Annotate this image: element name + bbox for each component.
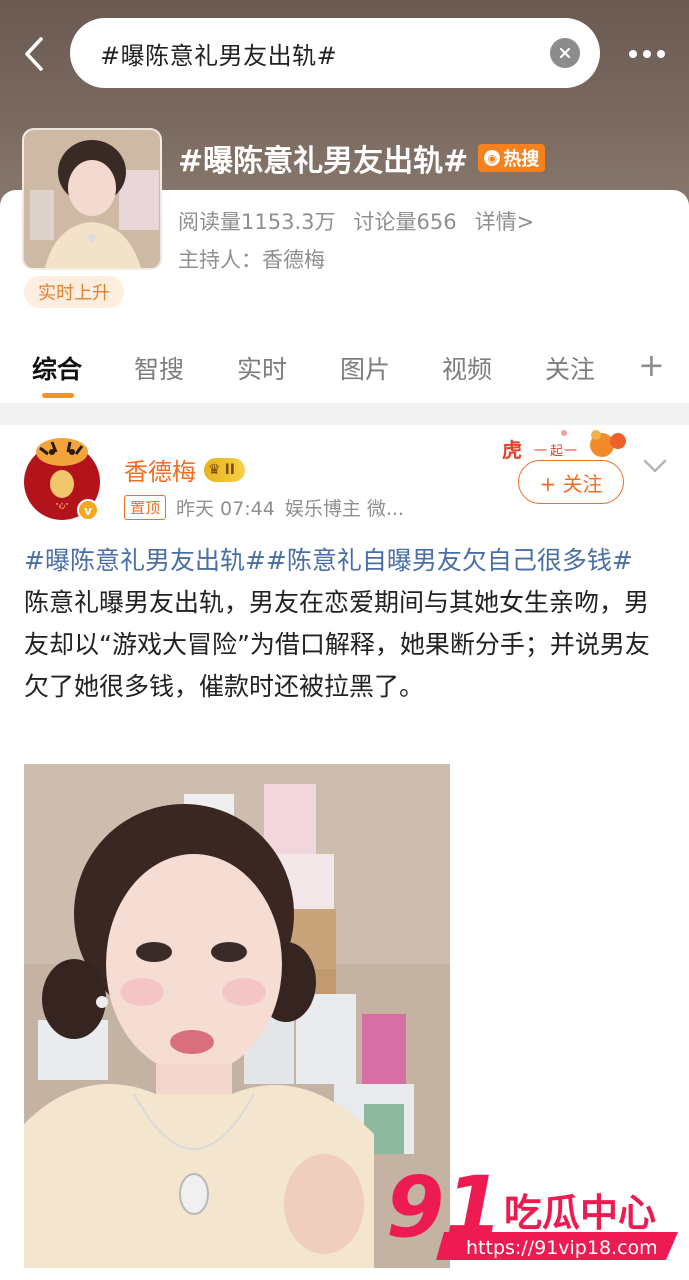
tab-realtime[interactable]: 实时 (237, 350, 287, 386)
svg-text:https://91vip18.com: https://91vip18.com (466, 1237, 658, 1259)
vip-badge: ♛ II (204, 457, 245, 482)
details-link[interactable]: 详情> (475, 206, 535, 236)
more-dot-icon (657, 50, 665, 58)
section-divider (0, 403, 689, 425)
topic-host[interactable]: 主持人：香德梅 (178, 244, 325, 274)
svg-text:起: 起 (550, 444, 563, 459)
tab-following[interactable]: 关注 (545, 350, 595, 386)
post-source: 娱乐博主 微... (284, 498, 404, 520)
active-tab-indicator (42, 393, 74, 398)
crown-icon: ♛ (208, 461, 221, 478)
vip-level: II (224, 461, 235, 478)
close-icon (559, 47, 571, 59)
more-dot-icon (629, 50, 637, 58)
tab-smart-search[interactable]: 智搜 (134, 350, 184, 386)
svg-text:v: v (84, 504, 92, 518)
topic-tag-link[interactable]: #陈意礼自曝男友欠自己很多钱# (266, 546, 633, 575)
topic-stats: 阅读量1153.3万 讨论量656 详情> (178, 206, 534, 236)
tab-videos[interactable]: 视频 (442, 350, 492, 386)
hot-badge-label: 热搜 (503, 149, 540, 170)
author-name[interactable]: 香德梅 (124, 452, 196, 487)
back-button[interactable] (12, 30, 56, 78)
svg-text:一: 一 (534, 444, 547, 459)
more-options-button[interactable] (622, 36, 672, 72)
post-menu-button[interactable] (642, 456, 668, 476)
add-tab-button[interactable]: + (638, 346, 665, 384)
post-meta: 置顶 昨天 07:44 娱乐博主 微... (124, 494, 404, 521)
topic-title-text: #曝陈意礼男友出轨# (178, 144, 469, 179)
topic-title: #曝陈意礼男友出轨# ◉ 热搜 (178, 136, 546, 180)
read-count: 阅读量1153.3万 (178, 210, 336, 234)
tiger-avatar-icon: "心" v (24, 438, 100, 521)
hot-icon: ◉ (484, 150, 501, 166)
author-row: 香德梅 ♛ II (124, 452, 245, 487)
svg-text:吃瓜中心: 吃瓜中心 (504, 1191, 656, 1235)
svg-text:一: 一 (564, 444, 577, 459)
portrait-illustration (24, 130, 160, 268)
site-watermark: 91 吃瓜中心 https://91vip18.com (366, 1156, 678, 1270)
post-body-text: 陈意礼曝男友出轨，男友在恋爱期间与其她女生亲吻，男友却以“游戏大冒险”为借口解释… (24, 588, 650, 701)
tab-bar: 综合 智搜 实时 图片 视频 关注 + (0, 340, 689, 400)
follow-button[interactable]: + 关注 (518, 460, 624, 504)
more-dot-icon (643, 50, 651, 58)
rising-badge: 实时上升 (24, 276, 124, 308)
hot-search-badge: ◉ 热搜 (478, 144, 546, 172)
avatar[interactable]: "心" v (22, 434, 102, 522)
topic-tag-link[interactable]: #曝陈意礼男友出轨# (24, 546, 266, 575)
back-arrow-icon (25, 37, 43, 71)
post-time: 昨天 07:44 (176, 498, 275, 520)
tab-comprehensive[interactable]: 综合 (32, 350, 82, 386)
svg-text:"心": "心" (55, 502, 68, 510)
clear-search-button[interactable] (550, 38, 580, 68)
pinned-badge: 置顶 (124, 495, 167, 520)
topic-cover-image (22, 128, 162, 270)
svg-text:虎: 虎 (502, 438, 522, 462)
search-bar[interactable]: #曝陈意礼男友出轨# (70, 18, 600, 88)
discussion-count: 讨论量656 (353, 210, 457, 234)
tab-images[interactable]: 图片 (340, 350, 390, 386)
watermark-logo: 91 吃瓜中心 https://91vip18.com (386, 1158, 678, 1260)
chevron-down-icon (643, 459, 667, 473)
post-body: #曝陈意礼男友出轨##陈意礼自曝男友欠自己很多钱# 陈意礼曝男友出轨，男友在恋爱… (24, 540, 660, 708)
search-input[interactable]: #曝陈意礼男友出轨# (100, 36, 550, 71)
